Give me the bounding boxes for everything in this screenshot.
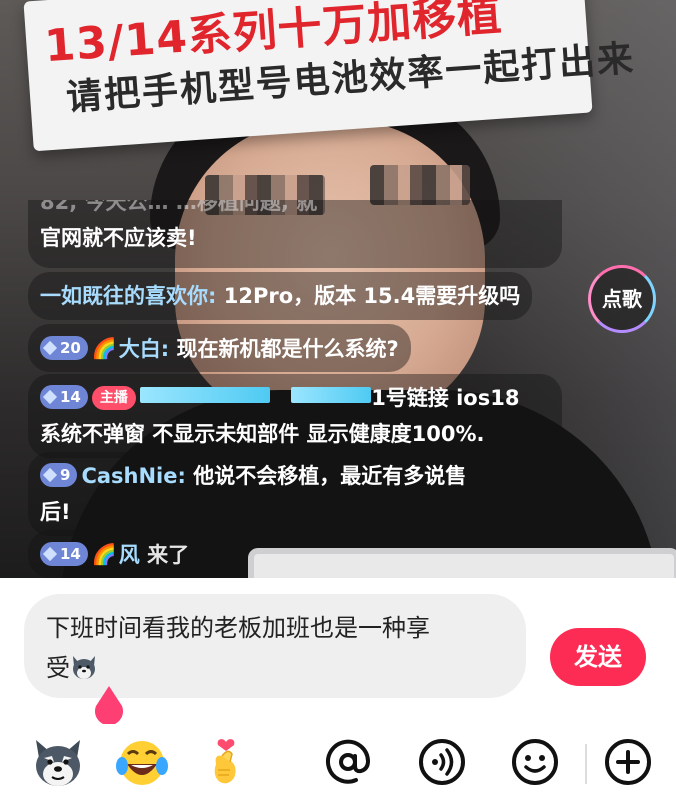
chat-message-partial: 82, 今天公… …移植问题, 就 官网就不应该卖!: [28, 200, 562, 268]
fan-level-badge: 9: [40, 463, 78, 487]
chat-text: 82, 今天公… …移植问题, 就: [40, 200, 318, 214]
toolbar-divider: [585, 744, 587, 784]
smiley-icon[interactable]: [507, 734, 563, 790]
emoji-toolbar: [0, 734, 676, 800]
chat-text: 他说不会移植，最近有多说售: [185, 464, 467, 488]
dog-sticker-icon[interactable]: [30, 734, 86, 790]
chat-message: 14 🌈风 来了: [28, 530, 202, 578]
chat-message: 9 CashNie: 他说不会移植，最近有多说售 后!: [28, 452, 542, 536]
laughing-crying-emoji-icon[interactable]: [114, 734, 170, 790]
finger-heart-emoji-icon[interactable]: [198, 734, 254, 790]
chat-nickname[interactable]: 大白:: [119, 337, 169, 361]
chat-message-host: 14 主播 1号链接 ios18 系统不弹窗 不显示未知部件 显示健康度100%.: [28, 374, 562, 458]
fan-level-badge: 14: [40, 385, 88, 409]
rainbow-icon: 🌈: [91, 542, 117, 566]
gem-icon: [42, 546, 58, 562]
live-video: 13/14系列十万加移植 请把手机型号电池效率一起打出来 82, 今天公… …移…: [0, 0, 676, 578]
masked-nickname: [139, 387, 270, 403]
chat-text: 12Pro，版本 15.4需要升级吗: [216, 284, 521, 308]
laptop-screen: [248, 548, 676, 578]
chat-text: 来了: [139, 543, 190, 567]
chat-text: 系统不弹窗 不显示未知部件 显示健康度100%.: [40, 422, 485, 446]
chat-text: 官网就不应该卖!: [40, 226, 197, 250]
chat-nickname[interactable]: 一如既往的喜欢你:: [40, 284, 216, 308]
chat-text: 现在新机都是什么系统?: [169, 337, 399, 361]
chat-message: 一如既往的喜欢你: 12Pro，版本 15.4需要升级吗: [28, 272, 533, 320]
chat-message: 20 🌈大白: 现在新机都是什么系统?: [28, 324, 411, 372]
face-mosaic-right: [370, 165, 470, 205]
draft-line: 下班时间看我的老板加班也是一种享: [46, 614, 430, 642]
chat-nickname[interactable]: 风: [119, 543, 140, 567]
text-cursor-handle[interactable]: [92, 686, 126, 724]
gem-icon: [42, 340, 58, 356]
gem-icon: [42, 467, 58, 483]
voice-icon[interactable]: [414, 734, 470, 790]
chat-text: 后!: [40, 500, 71, 524]
at-mention-icon[interactable]: [320, 734, 376, 790]
masked-text: [291, 387, 372, 403]
send-button[interactable]: 发送: [550, 628, 646, 686]
rainbow-icon: 🌈: [91, 336, 117, 360]
fan-level-badge: 14: [40, 542, 88, 566]
host-tag: 主播: [91, 386, 136, 410]
gem-icon: [42, 389, 58, 405]
draft-line: 受: [46, 654, 70, 682]
fan-level-badge: 20: [40, 336, 88, 360]
chat-text: 1号链接 ios18: [371, 386, 520, 410]
dog-sticker-icon: [73, 656, 95, 679]
chat-nickname[interactable]: CashNie:: [81, 464, 185, 488]
plus-icon[interactable]: [600, 734, 656, 790]
comment-input[interactable]: 下班时间看我的老板加班也是一种享 受: [24, 594, 526, 698]
song-request-button[interactable]: 点歌: [588, 265, 656, 333]
comment-composer: 下班时间看我的老板加班也是一种享 受 发送: [0, 578, 676, 800]
